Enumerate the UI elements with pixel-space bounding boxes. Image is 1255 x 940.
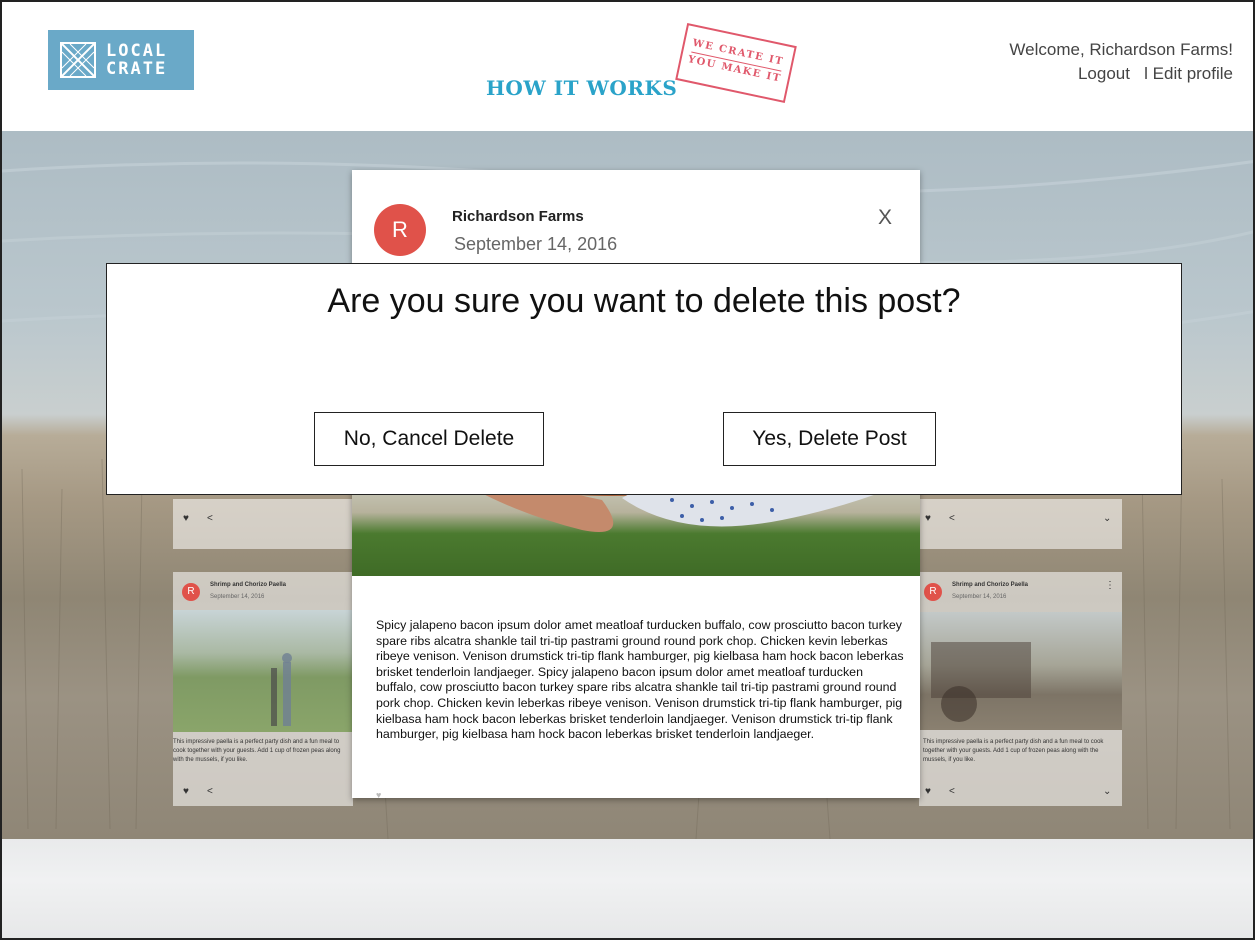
side-card-text: This impressive paella is a perfect part… — [173, 739, 341, 763]
heart-icon: ♥ — [925, 513, 931, 524]
side-card-text: This impressive paella is a perfect part… — [923, 739, 1104, 763]
local-crate-logo[interactable]: LOCAL CRATE — [48, 30, 194, 90]
heart-icon: ♥ — [183, 513, 189, 524]
family-field-photo — [173, 610, 353, 732]
side-card-avatar: R — [182, 583, 200, 601]
link-separator: l — [1144, 64, 1148, 83]
post-body-text: Spicy jalapeno bacon ipsum dolor amet me… — [376, 618, 904, 742]
cancel-delete-button[interactable]: No, Cancel Delete — [314, 412, 544, 466]
chevron-down-icon: ⌄ — [1103, 786, 1112, 797]
welcome-text: Welcome, Richardson Farms! — [1009, 40, 1233, 59]
side-card-title: Shrimp and Chorizo Paella — [952, 582, 1029, 588]
post-author: Richardson Farms — [452, 208, 584, 225]
side-card-bottom-left: R Shrimp and Chorizo Paella September 14… — [173, 572, 353, 806]
share-icon: < — [949, 786, 955, 797]
chevron-down-icon: ⌄ — [1103, 513, 1112, 524]
share-icon: < — [207, 786, 213, 797]
delete-confirm-dialog: Are you sure you want to delete this pos… — [106, 263, 1182, 495]
tractor-photo — [919, 612, 1122, 730]
author-avatar: R — [374, 204, 426, 256]
heart-icon: ♥ — [183, 786, 189, 797]
wood-ground-strip — [2, 839, 1253, 938]
logo-line-1: LOCAL — [106, 41, 168, 61]
post-footer-icons: ♥ — [376, 790, 381, 798]
side-card-top-right: ♥ < ⌄ — [919, 499, 1122, 549]
logo-wordmark: LOCAL CRATE — [106, 42, 167, 78]
share-icon: < — [207, 513, 213, 524]
side-card-avatar: R — [924, 583, 942, 601]
crate-logo-icon — [60, 42, 96, 78]
edit-profile-link[interactable]: Edit profile — [1153, 64, 1233, 83]
side-card-title: Shrimp and Chorizo Paella — [210, 582, 287, 588]
post-date: September 14, 2016 — [454, 234, 618, 254]
logo-line-2: CRATE — [106, 59, 168, 79]
heart-icon[interactable]: ♥ — [376, 790, 381, 798]
app-frame: LOCAL CRATE HOW IT WORKS WE CRATE IT YOU… — [0, 0, 1255, 940]
side-card-date: September 14, 2016 — [210, 594, 265, 600]
confirm-question: Are you sure you want to delete this pos… — [327, 282, 961, 320]
logout-link[interactable]: Logout — [1078, 64, 1130, 83]
side-card-top-left: ♥ < — [173, 499, 353, 549]
user-welcome: Welcome, Richardson Farms! Logout l Edit… — [1009, 38, 1233, 86]
we-crate-it-stamp: WE CRATE IT YOU MAKE IT — [675, 22, 797, 104]
confirm-delete-button[interactable]: Yes, Delete Post — [723, 412, 936, 466]
side-card-date: September 14, 2016 — [952, 594, 1007, 600]
how-it-works-link[interactable]: HOW IT WORKS — [486, 76, 677, 100]
side-card-bottom-right: R Shrimp and Chorizo Paella September 14… — [919, 572, 1122, 806]
more-vert-icon: ⋮ — [1105, 580, 1115, 591]
share-icon: < — [949, 513, 955, 524]
user-links: Logout l Edit profile — [1009, 62, 1233, 86]
site-header: LOCAL CRATE HOW IT WORKS WE CRATE IT YOU… — [2, 2, 1253, 131]
close-post-button[interactable]: X — [878, 206, 892, 230]
heart-icon: ♥ — [925, 786, 931, 797]
